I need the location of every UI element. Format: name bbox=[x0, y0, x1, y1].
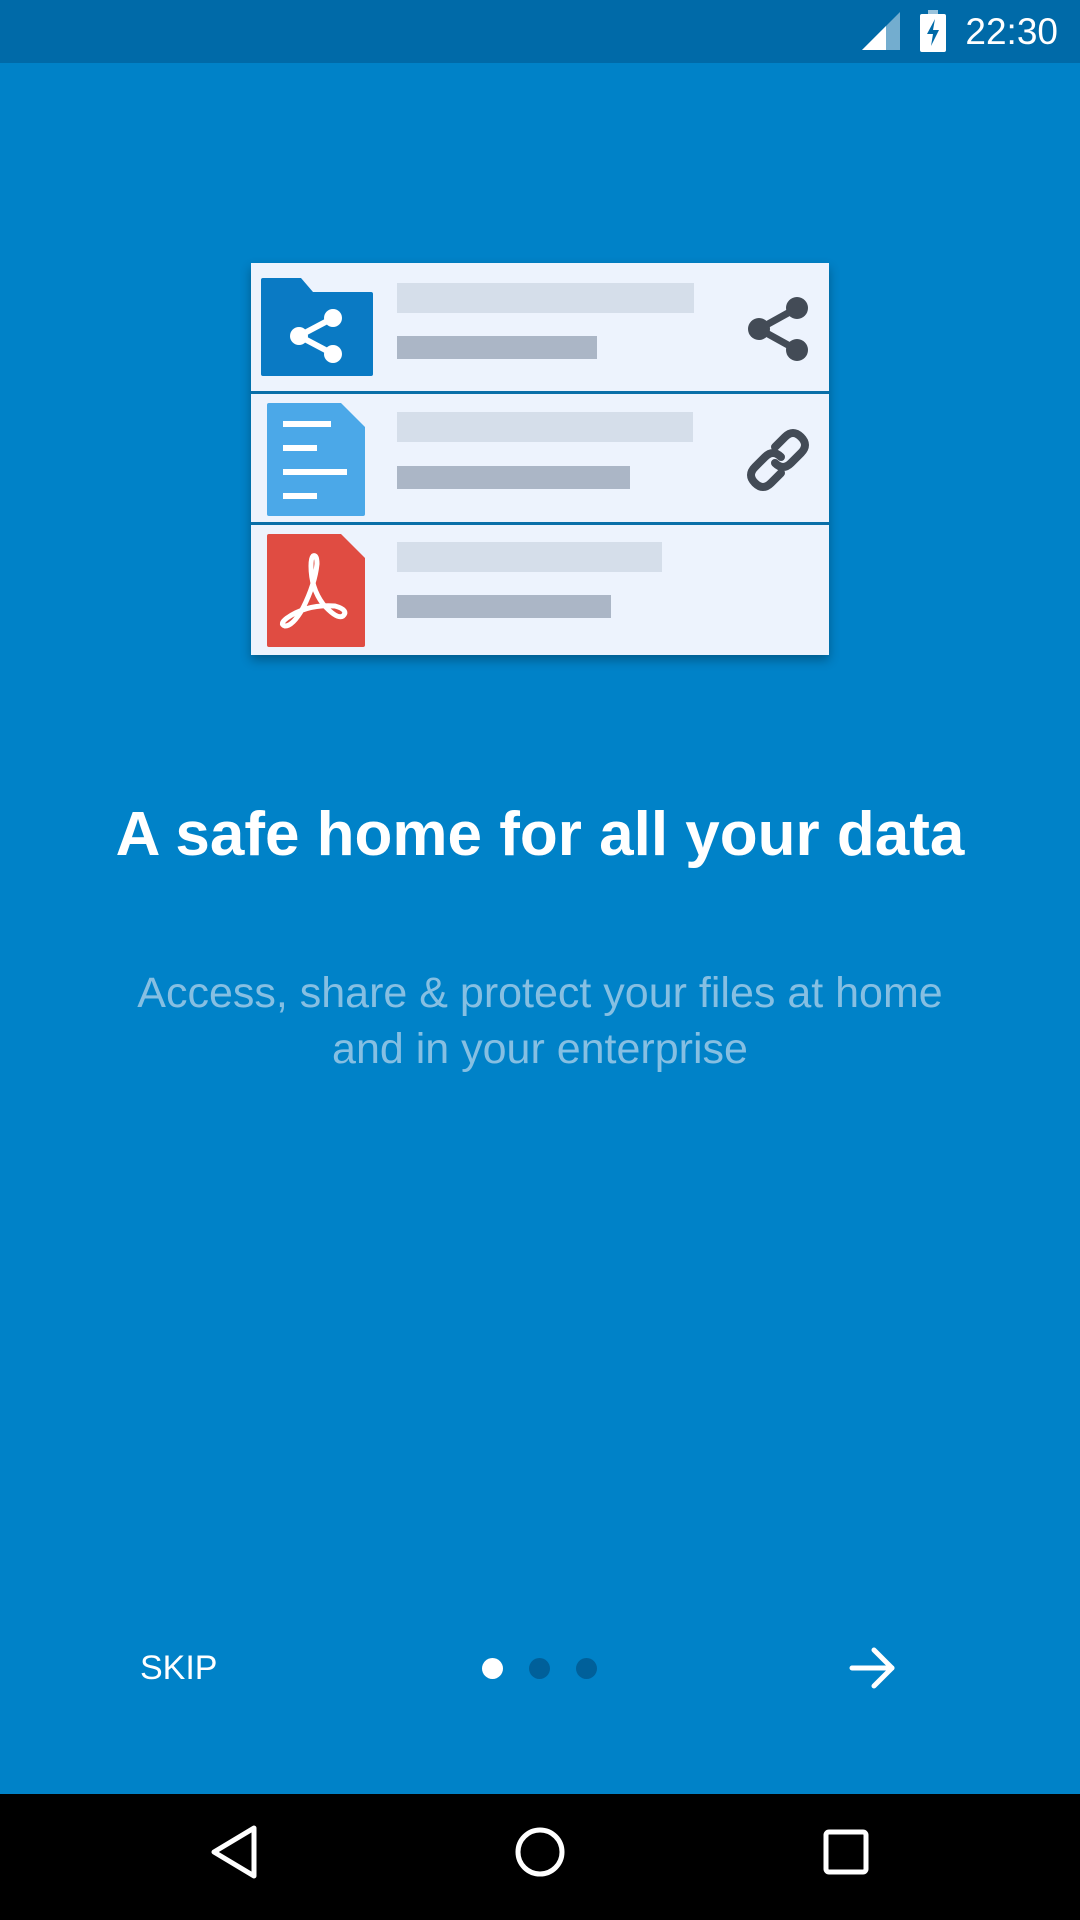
onboarding-title: A safe home for all your data bbox=[115, 800, 965, 869]
page-dot-active bbox=[482, 1658, 503, 1679]
status-time: 22:30 bbox=[965, 11, 1058, 52]
onboarding-subtitle-line: and in your enterprise bbox=[332, 1025, 748, 1073]
shared-folder-icon bbox=[261, 278, 373, 376]
recents-icon[interactable] bbox=[820, 1822, 872, 1882]
page-dot bbox=[529, 1658, 550, 1679]
onboarding-subtitle: Access, share & protect your files at ho… bbox=[90, 965, 990, 1077]
file-list-illustration bbox=[251, 263, 829, 655]
signal-icon bbox=[862, 12, 900, 50]
placeholder-bar bbox=[397, 595, 611, 618]
skip-button[interactable]: SKIP bbox=[140, 1640, 280, 1696]
back-icon[interactable] bbox=[208, 1822, 260, 1882]
link-icon bbox=[747, 429, 809, 491]
document-icon bbox=[267, 403, 365, 516]
placeholder-bar bbox=[397, 412, 693, 442]
page-indicator bbox=[480, 1658, 600, 1682]
placeholder-bar bbox=[397, 542, 662, 572]
onboarding-subtitle-line: Access, share & protect your files at ho… bbox=[137, 969, 943, 1017]
arrow-right-icon bbox=[849, 1647, 895, 1689]
pdf-icon bbox=[267, 534, 365, 647]
placeholder-bar bbox=[397, 336, 597, 359]
battery-charging-icon bbox=[920, 10, 946, 52]
illustration-row bbox=[251, 263, 829, 391]
page-dot bbox=[576, 1658, 597, 1679]
placeholder-bar bbox=[397, 283, 694, 313]
illustration-row bbox=[251, 394, 829, 522]
illustration-row bbox=[251, 525, 829, 655]
placeholder-bar bbox=[397, 466, 630, 489]
status-bar: 22:30 bbox=[0, 0, 1080, 63]
navigation-bar bbox=[0, 1794, 1080, 1920]
share-icon bbox=[748, 297, 808, 361]
home-icon[interactable] bbox=[514, 1822, 566, 1882]
next-button[interactable] bbox=[842, 1640, 902, 1696]
